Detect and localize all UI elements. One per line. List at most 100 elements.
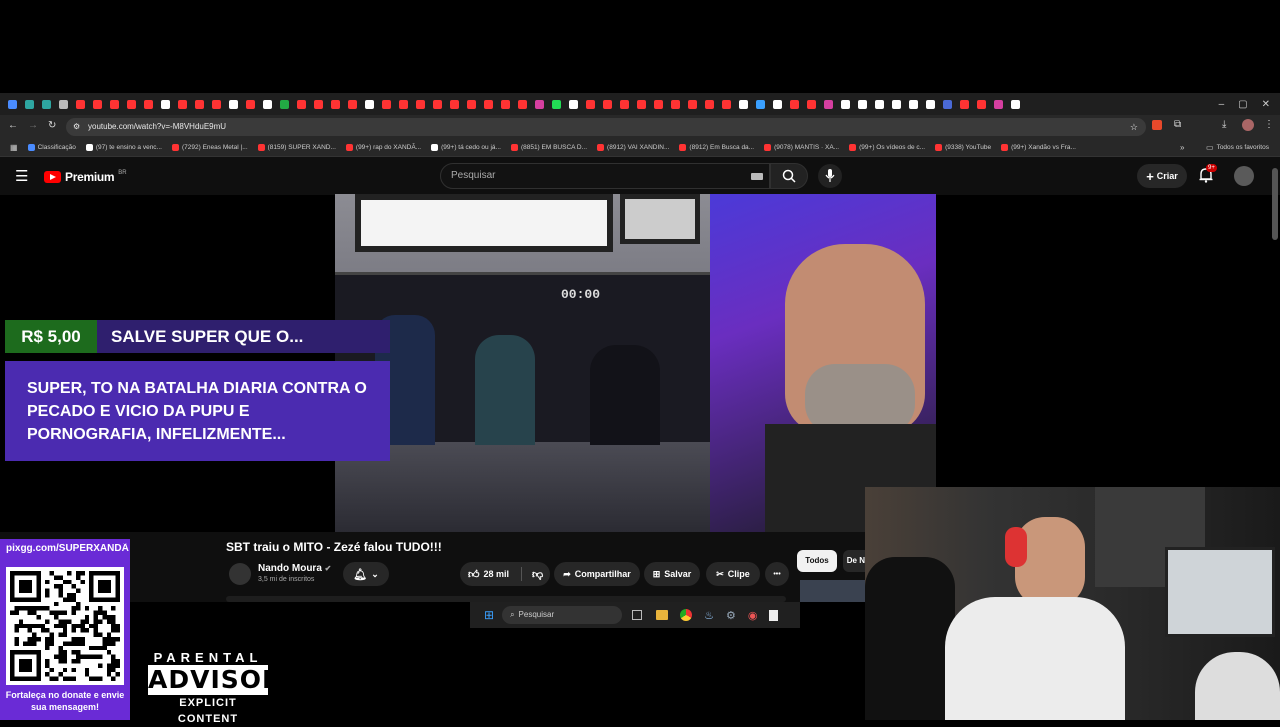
browser-tab[interactable]	[701, 93, 718, 115]
create-button[interactable]: + Criar	[1137, 164, 1187, 188]
windows-start-icon[interactable]: ⊞	[484, 608, 494, 622]
browser-tab[interactable]	[1007, 93, 1024, 115]
bookmark-item[interactable]: (99+) tá cedo ou já...	[431, 144, 501, 151]
bookmark-item[interactable]: Classificação	[27, 144, 76, 151]
browser-tab[interactable]	[752, 93, 769, 115]
settings-icon[interactable]: ⚙	[726, 609, 736, 622]
browser-tab[interactable]	[242, 93, 259, 115]
browser-tab[interactable]	[667, 93, 684, 115]
download-icon[interactable]: ⤓	[1222, 119, 1226, 130]
chip-all[interactable]: Todos	[797, 550, 837, 572]
channel-name[interactable]: Nando Moura ✔	[258, 563, 331, 574]
browser-tab[interactable]	[973, 93, 990, 115]
browser-tab[interactable]	[888, 93, 905, 115]
browser-tab[interactable]	[956, 93, 973, 115]
back-icon[interactable]: ←	[8, 120, 18, 131]
browser-tab[interactable]	[786, 93, 803, 115]
share-button[interactable]: ➦ Compartilhar	[554, 562, 640, 586]
browser-tab[interactable]	[820, 93, 837, 115]
maximize-icon[interactable]: ▢	[1238, 99, 1247, 110]
browser-tab[interactable]	[72, 93, 89, 115]
extensions-puzzle-icon[interactable]: ⧉	[1174, 119, 1181, 130]
browser-menu-icon[interactable]: ⋮	[1264, 119, 1274, 130]
browser-tab[interactable]	[599, 93, 616, 115]
hamburger-menu-icon[interactable]: ☰	[15, 167, 28, 185]
bookmark-item[interactable]: (9078) MANTIS · XA...	[764, 144, 839, 151]
browser-tab[interactable]	[174, 93, 191, 115]
browser-tab[interactable]	[38, 93, 55, 115]
bookmark-item[interactable]: (8851) EM BUSCA D...	[510, 144, 587, 151]
chip-next[interactable]: De N	[843, 550, 865, 572]
browser-tab[interactable]	[310, 93, 327, 115]
subscription-bell-button[interactable]: 🔔︎ ⌄	[343, 562, 389, 586]
browser-tab[interactable]	[769, 93, 786, 115]
browser-tab[interactable]	[191, 93, 208, 115]
site-info-icon[interactable]: ⚙	[73, 118, 80, 136]
close-window-icon[interactable]: ✕	[1262, 99, 1270, 110]
browser-tab[interactable]	[718, 93, 735, 115]
extension-icon[interactable]	[1152, 120, 1162, 130]
browser-tab[interactable]	[582, 93, 599, 115]
apps-grid-icon[interactable]: ▦	[10, 143, 18, 152]
bookmark-item[interactable]: (99+) Xandão vs Fra...	[1001, 144, 1076, 151]
profile-avatar[interactable]	[1242, 119, 1254, 131]
browser-tab[interactable]	[259, 93, 276, 115]
browser-tab[interactable]	[327, 93, 344, 115]
browser-tab[interactable]	[735, 93, 752, 115]
chrome-icon[interactable]	[680, 609, 693, 621]
browser-tab[interactable]	[106, 93, 123, 115]
browser-tab[interactable]	[157, 93, 174, 115]
page-scrollbar[interactable]	[1272, 168, 1278, 240]
browser-tab[interactable]	[208, 93, 225, 115]
browser-tab[interactable]	[293, 93, 310, 115]
save-button[interactable]: ⊞ Salvar	[644, 562, 700, 586]
browser-tab[interactable]	[548, 93, 565, 115]
browser-tab[interactable]	[123, 93, 140, 115]
recommended-thumbnail[interactable]	[800, 580, 865, 602]
browser-tab[interactable]	[616, 93, 633, 115]
browser-tab[interactable]	[854, 93, 871, 115]
url-field[interactable]: ⚙ youtube.com/watch?v=-M8VHduE9mU ☆	[66, 118, 1146, 136]
bookmark-item[interactable]: (7292) Eneas Metal |...	[171, 144, 248, 151]
browser-tab[interactable]	[276, 93, 293, 115]
browser-tab[interactable]	[412, 93, 429, 115]
bookmark-item[interactable]: (99+) Os vídeos de c...	[849, 144, 925, 151]
channel-avatar[interactable]	[229, 563, 251, 585]
bookmark-item[interactable]: (8159) SUPER XAND...	[257, 144, 336, 151]
bookmark-item[interactable]: (8912) Em Busca da...	[679, 144, 754, 151]
browser-tab[interactable]	[55, 93, 72, 115]
minimize-icon[interactable]: –	[1219, 99, 1225, 110]
bookmark-star-icon[interactable]: ☆	[1130, 118, 1138, 136]
browser-tab[interactable]	[990, 93, 1007, 115]
account-avatar[interactable]	[1234, 166, 1254, 186]
voice-search-button[interactable]	[818, 164, 842, 188]
all-bookmarks-folder[interactable]: ▭ Todos os favoritos	[1206, 143, 1269, 152]
search-input[interactable]: Pesquisar	[440, 163, 770, 189]
task-view-icon[interactable]	[632, 610, 643, 620]
browser-tab[interactable]	[633, 93, 650, 115]
youtube-logo[interactable]: Premium BR	[44, 170, 127, 184]
browser-tab[interactable]	[378, 93, 395, 115]
browser-tab[interactable]	[684, 93, 701, 115]
file-explorer-icon[interactable]	[656, 610, 669, 620]
more-actions-button[interactable]: •••	[765, 562, 789, 586]
browser-tab[interactable]	[905, 93, 922, 115]
browser-tab[interactable]	[480, 93, 497, 115]
clip-button[interactable]: ✂ Clipe	[706, 562, 760, 586]
bookmark-item[interactable]: (99+) rap do XANDÃ...	[345, 144, 421, 151]
taskbar-search[interactable]: ⌕ Pesquisar	[502, 606, 623, 624]
document-icon[interactable]	[769, 609, 779, 621]
browser-tab[interactable]	[395, 93, 412, 115]
reload-icon[interactable]: ↻	[48, 120, 56, 131]
notifications-button[interactable]: 9+	[1199, 164, 1217, 188]
browser-tab[interactable]	[89, 93, 106, 115]
browser-tab[interactable]	[463, 93, 480, 115]
more-bookmarks-icon[interactable]: »	[1180, 143, 1184, 152]
browser-tab[interactable]	[225, 93, 242, 115]
browser-tab[interactable]	[650, 93, 667, 115]
browser-tab[interactable]	[429, 93, 446, 115]
like-button[interactable]: 👍︎ 28 mil	[468, 568, 509, 581]
browser-tab[interactable]	[21, 93, 38, 115]
browser-tab[interactable]	[939, 93, 956, 115]
browser-tab[interactable]	[514, 93, 531, 115]
